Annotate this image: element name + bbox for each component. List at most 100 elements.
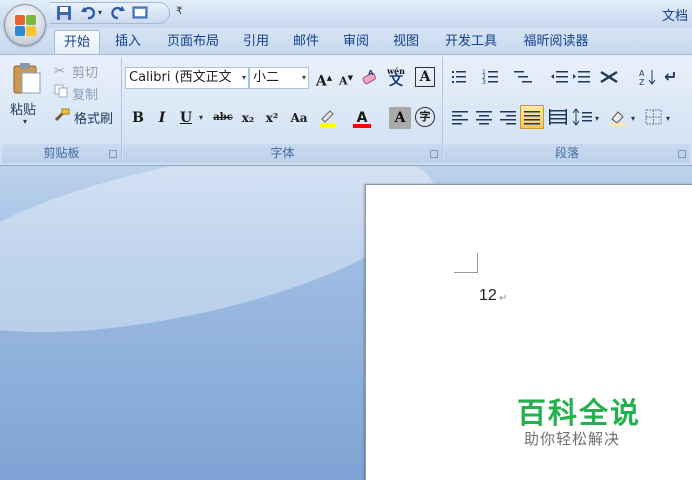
scissors-icon: ✂ <box>54 63 65 79</box>
title-bar: ▾ ₹ 文档 <box>0 0 692 28</box>
paragraph-launcher-icon[interactable] <box>678 150 686 158</box>
font-size-combo[interactable]: 小二 ▾ <box>249 67 309 89</box>
line-spacing-icon[interactable]: ▾ <box>572 107 602 129</box>
phonetic-char-icon: 文 <box>389 73 403 89</box>
font-name-dropdown-icon: ▾ <box>241 73 246 82</box>
change-case-button[interactable]: Aa <box>285 107 313 129</box>
borders-icon[interactable]: ▾ <box>644 107 676 129</box>
increase-indent-icon[interactable] <box>572 67 592 89</box>
tab-foxit-reader[interactable]: 福昕阅读器 <box>514 30 598 54</box>
format-painter-button[interactable]: 格式刷 <box>54 107 113 127</box>
font-group-label: 字体 <box>123 144 442 163</box>
align-left-icon[interactable] <box>450 107 470 129</box>
tab-view[interactable]: 视图 <box>386 30 426 54</box>
format-painter-icon <box>54 108 74 126</box>
print-preview-icon[interactable] <box>132 5 150 21</box>
svg-text:▾: ▾ <box>595 114 599 123</box>
multilevel-list-icon[interactable] <box>512 67 532 89</box>
document-text[interactable]: 12 <box>479 287 497 305</box>
svg-text:Z: Z <box>639 78 645 87</box>
pilcrow-glyph: ↵ <box>664 67 678 86</box>
underline-dropdown-icon[interactable]: ▾ <box>199 113 203 122</box>
clear-format-icon[interactable]: A <box>359 67 381 89</box>
chinese-layout-icon[interactable] <box>598 67 626 89</box>
font-color-swatch <box>353 124 371 128</box>
watermark-subtitle: 助你轻松解决 <box>524 430 621 448</box>
quick-access-toolbar: ▾ <box>50 2 170 24</box>
copy-button[interactable]: 复制 <box>54 83 98 103</box>
bold-button[interactable]: B <box>127 107 149 129</box>
paste-label: 粘贴 <box>10 103 37 118</box>
tab-page-layout[interactable]: 页面布局 <box>158 30 228 54</box>
highlighter-icon <box>320 110 336 127</box>
ribbon-tabs: 开始 插入 页面布局 引用 邮件 审阅 视图 开发工具 福昕阅读器 <box>0 28 692 54</box>
shrink-font-button[interactable]: A▼ <box>335 67 357 89</box>
undo-dropdown-icon[interactable]: ▾ <box>98 5 106 21</box>
margin-corner-mark <box>454 253 478 273</box>
justify-icon[interactable] <box>520 105 544 129</box>
grow-font-button[interactable]: A▲ <box>313 67 335 90</box>
char-border-label: A <box>419 69 431 85</box>
cut-button[interactable]: ✂ 剪切 <box>54 61 98 81</box>
char-shading-button[interactable]: A <box>389 107 411 129</box>
tab-developer[interactable]: 开发工具 <box>438 30 504 54</box>
svg-text:A: A <box>639 69 645 78</box>
font-launcher-icon[interactable] <box>430 150 438 158</box>
paragraph-mark-icon: ↵ <box>499 293 508 304</box>
font-name-combo[interactable]: Calibri (西文正文 ▾ <box>125 67 249 89</box>
tab-review[interactable]: 审阅 <box>336 30 376 54</box>
paste-dropdown-icon: ▾ <box>23 117 28 126</box>
clipboard-group: 粘贴 ▾ ✂ 剪切 复制 格式刷 剪贴板 <box>2 57 122 163</box>
svg-text:A: A <box>368 69 374 77</box>
distributed-icon[interactable] <box>548 107 568 129</box>
tab-references[interactable]: 引用 <box>236 30 276 54</box>
decrease-indent-icon[interactable] <box>550 67 570 89</box>
font-size-value: 小二 <box>253 70 280 85</box>
font-size-dropdown-icon: ▾ <box>301 73 306 82</box>
bullets-icon[interactable] <box>450 67 470 89</box>
char-border-button[interactable]: A <box>415 67 435 87</box>
clipboard-group-label: 剪贴板 <box>2 144 121 163</box>
save-icon[interactable] <box>56 5 74 21</box>
watermark-title: 百科全说 <box>517 396 642 430</box>
grow-font-label: A <box>315 73 327 90</box>
tab-mailings[interactable]: 邮件 <box>286 30 326 54</box>
paragraph-group-label: 段落 <box>444 144 690 163</box>
font-group: Calibri (西文正文 ▾ 小二 ▾ A▲ A▼ A wén 文 A B I… <box>123 57 443 163</box>
subscript-button[interactable]: x₂ <box>237 107 259 129</box>
italic-button[interactable]: I <box>151 107 173 129</box>
copy-icon <box>54 84 72 102</box>
tab-insert[interactable]: 插入 <box>108 30 148 54</box>
font-color-button[interactable]: A <box>351 107 373 129</box>
svg-text:▾: ▾ <box>666 114 670 123</box>
clipboard-launcher-icon[interactable] <box>109 150 117 158</box>
copy-label: 复制 <box>72 87 99 103</box>
format-painter-label: 格式刷 <box>74 111 114 127</box>
paste-icon <box>13 63 41 94</box>
cut-label: 剪切 <box>72 65 99 81</box>
paste-button[interactable]: 粘贴 ▾ <box>6 59 48 137</box>
superscript-button[interactable]: x² <box>261 107 283 129</box>
shading-icon[interactable]: ▾ <box>608 107 640 129</box>
underline-button[interactable]: U <box>175 107 197 129</box>
redo-icon[interactable] <box>110 5 128 21</box>
paragraph-group: 123 AZ ↵ ▾ ▾ ▾ 段落 <box>444 57 690 163</box>
phonetic-guide-button[interactable]: wén 文 <box>385 66 407 88</box>
align-right-icon[interactable] <box>498 107 518 129</box>
show-marks-icon[interactable]: ↵ <box>664 67 684 89</box>
enclose-chars-button[interactable]: 字 <box>415 107 435 127</box>
office-button[interactable] <box>4 4 46 46</box>
undo-icon[interactable] <box>80 5 98 21</box>
office-logo-icon <box>15 15 37 37</box>
strikethrough-button[interactable]: abc <box>209 107 237 129</box>
ribbon: 粘贴 ▾ ✂ 剪切 复制 格式刷 剪贴板 Calibri (西文正文 ▾ 小二 … <box>0 54 692 166</box>
customize-qat-icon[interactable]: ₹ <box>176 6 182 17</box>
tab-home[interactable]: 开始 <box>54 30 100 54</box>
window-title: 文档 <box>661 9 688 24</box>
svg-text:3: 3 <box>482 79 486 86</box>
numbering-icon[interactable]: 123 <box>482 67 502 89</box>
font-name-value: Calibri (西文正文 <box>129 70 232 85</box>
highlight-button[interactable] <box>317 107 339 129</box>
align-center-icon[interactable] <box>474 107 494 129</box>
sort-icon[interactable]: AZ <box>638 67 658 89</box>
